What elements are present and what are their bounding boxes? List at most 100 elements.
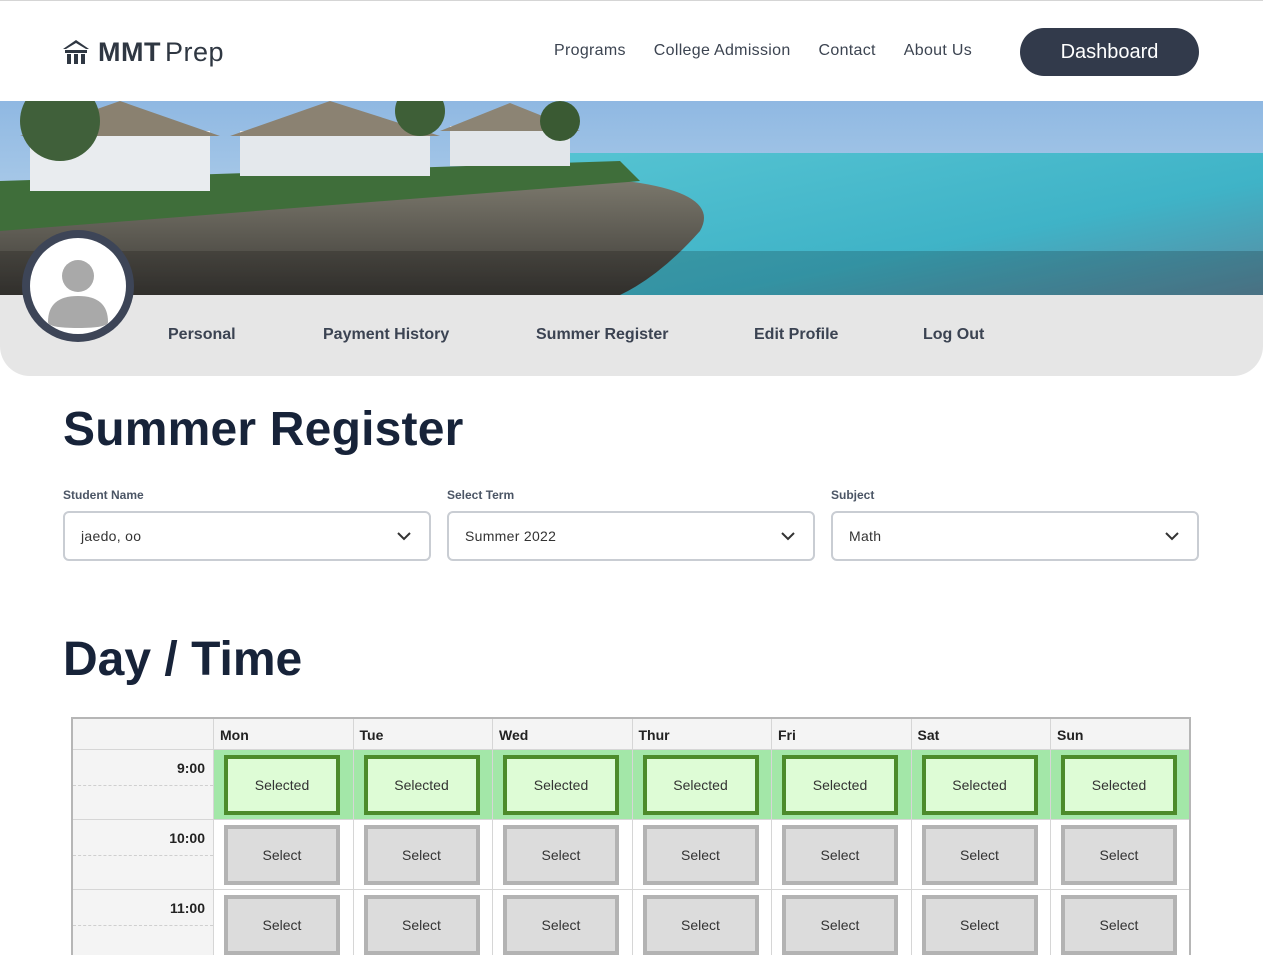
term-field: Select Term Summer 2022 (447, 488, 815, 561)
subject-select[interactable]: Math (831, 511, 1199, 561)
slot-select-button[interactable]: Select (363, 825, 480, 885)
slot-selected-button[interactable]: Selected (782, 755, 898, 815)
schedule-cell: Select (213, 890, 353, 955)
half-hour-divider (73, 925, 213, 926)
term-label: Select Term (447, 488, 515, 502)
nav-link-programs[interactable]: Programs (554, 42, 626, 60)
chevron-down-icon (1165, 532, 1179, 541)
schedule-cell: Select (1050, 890, 1189, 955)
slot-selected-button[interactable]: Selected (363, 755, 480, 815)
user-silhouette-icon (30, 238, 126, 334)
tab-summer-register[interactable]: Summer Register (536, 326, 669, 344)
schedule-cell: Select (492, 820, 632, 890)
slot-selected-button[interactable]: Selected (1061, 755, 1177, 815)
tab-log-out[interactable]: Log Out (923, 326, 984, 344)
tab-edit-profile[interactable]: Edit Profile (754, 326, 838, 344)
tab-payment-history[interactable]: Payment History (323, 326, 449, 344)
schedule-row: Select Select Select Select Select Select Sele… (213, 890, 1189, 955)
time-text: 10:00 (169, 830, 205, 846)
subject-value: Math (849, 528, 882, 544)
time-text: 9:00 (176, 760, 205, 776)
schedule-row: Selected Selected Selected Selected Selected… (213, 750, 1189, 820)
brand-name-bold: MMT (98, 36, 161, 67)
schedule-cell: Select (910, 820, 1051, 890)
student-name-value: jaedo, oo (81, 528, 142, 544)
tab-personal[interactable]: Personal (168, 326, 236, 344)
day-header-wed: Wed (492, 719, 632, 750)
student-name-select[interactable]: jaedo, oo (63, 511, 431, 561)
schedule-cell: Selected (1050, 750, 1189, 820)
half-hour-divider (73, 785, 213, 786)
top-navbar: MMT Prep Programs College Admission Cont… (0, 0, 1263, 101)
schedule-header-row: Mon Tue Wed Thur Fri Sat Sun (73, 719, 1189, 750)
slot-select-button[interactable]: Select (921, 895, 1038, 955)
slot-select-button[interactable]: Select (363, 895, 480, 955)
brand-name-light: Prep (164, 36, 225, 67)
brand-logo[interactable]: MMT Prep (62, 37, 224, 67)
schedule-cell: Select (1050, 820, 1189, 890)
subject-field: Subject Math (831, 488, 1199, 561)
schedule-cell: Selected (352, 750, 493, 820)
time-slot-label: 11:00 (73, 890, 213, 955)
time-text: 11:00 (169, 900, 205, 916)
page-title: Summer Register (63, 403, 464, 456)
schedule-cell: Selected (213, 750, 353, 820)
schedule-cell: Select (631, 890, 772, 955)
schedule-cell: Selected (771, 750, 911, 820)
dashboard-button[interactable]: Dashboard (1020, 28, 1199, 76)
slot-select-button[interactable]: Select (642, 895, 759, 955)
slot-select-button[interactable]: Select (782, 825, 898, 885)
nav-link-contact[interactable]: Contact (819, 42, 876, 60)
schedule-cell: Selected (492, 750, 632, 820)
schedule-cell: Select (910, 890, 1051, 955)
main-nav: Programs College Admission Contact About… (526, 42, 972, 60)
day-header-tue: Tue (352, 719, 493, 750)
schedule-cell: Selected (631, 750, 772, 820)
slot-select-button[interactable]: Select (1061, 895, 1177, 955)
schedule-cell: Select (771, 820, 911, 890)
schedule-cell: Select (352, 820, 493, 890)
slot-select-button[interactable]: Select (1061, 825, 1177, 885)
profile-banner-image (0, 101, 1263, 295)
day-header-fri: Fri (771, 719, 911, 750)
chevron-down-icon (397, 532, 411, 541)
term-value: Summer 2022 (465, 528, 557, 544)
schedule-cell: Select (492, 890, 632, 955)
slot-select-button[interactable]: Select (224, 895, 340, 955)
slot-select-button[interactable]: Select (503, 825, 619, 885)
subject-label: Subject (831, 488, 875, 502)
slot-select-button[interactable]: Select (503, 895, 619, 955)
slot-select-button[interactable]: Select (224, 825, 340, 885)
term-select[interactable]: Summer 2022 (447, 511, 815, 561)
day-header-sun: Sun (1050, 719, 1189, 750)
profile-tabs: Personal Payment History Summer Register… (0, 326, 1263, 350)
schedule-row: Select Select Select Select Select Select Sele… (213, 820, 1189, 890)
schedule-grid: Mon Tue Wed Thur Fri Sat Sun 9:00 Selected Selec… (71, 717, 1191, 955)
page: MMT Prep Programs College Admission Cont… (0, 0, 1263, 955)
slot-selected-button[interactable]: Selected (921, 755, 1038, 815)
nav-link-about-us[interactable]: About Us (904, 42, 972, 60)
slot-select-button[interactable]: Select (782, 895, 898, 955)
schedule-cell: Select (631, 820, 772, 890)
schedule-cell: Selected (910, 750, 1051, 820)
day-header-sat: Sat (910, 719, 1051, 750)
schedule-cell: Select (213, 820, 353, 890)
slot-selected-button[interactable]: Selected (224, 755, 340, 815)
schedule-cell: Select (771, 890, 911, 955)
time-slot-label: 10:00 (73, 820, 213, 890)
slot-selected-button[interactable]: Selected (642, 755, 759, 815)
time-slot-label: 9:00 (73, 750, 213, 820)
half-hour-divider (73, 855, 213, 856)
student-name-field: Student Name jaedo, oo (63, 488, 431, 561)
house-columns-icon (63, 40, 89, 64)
schedule-title: Day / Time (63, 633, 303, 686)
schedule-cell: Select (352, 890, 493, 955)
slot-select-button[interactable]: Select (642, 825, 759, 885)
day-header-thur: Thur (631, 719, 772, 750)
slot-select-button[interactable]: Select (921, 825, 1038, 885)
slot-selected-button[interactable]: Selected (503, 755, 619, 815)
chevron-down-icon (781, 532, 795, 541)
student-name-label: Student Name (63, 488, 144, 502)
nav-link-college-admission[interactable]: College Admission (654, 42, 791, 60)
day-header-mon: Mon (213, 719, 353, 750)
